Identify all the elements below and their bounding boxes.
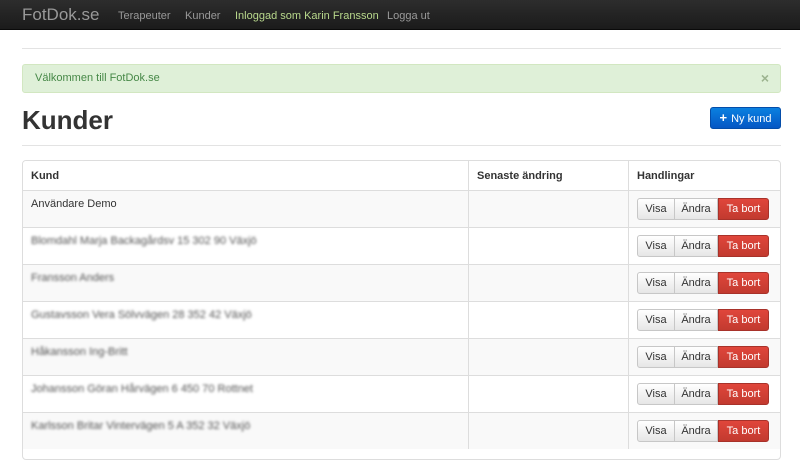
action-button-group: Visa Ändra Ta bort bbox=[637, 346, 772, 368]
cell-kund: Gustavsson Vera Sölvvägen 28 352 42 Växj… bbox=[23, 301, 469, 339]
cell-kund: Användare Demo bbox=[23, 190, 469, 228]
delete-button[interactable]: Ta bort bbox=[718, 383, 769, 405]
cell-senaste-andring bbox=[468, 227, 629, 265]
delete-button[interactable]: Ta bort bbox=[718, 235, 769, 257]
cell-senaste-andring bbox=[468, 190, 629, 228]
customer-name[interactable]: Fransson Anders bbox=[31, 272, 114, 284]
cell-handlingar: Visa Ändra Ta bort bbox=[628, 375, 780, 413]
delete-button[interactable]: Ta bort bbox=[718, 198, 769, 220]
cell-handlingar: Visa Ändra Ta bort bbox=[628, 412, 780, 449]
cell-senaste-andring bbox=[468, 412, 629, 449]
edit-button[interactable]: Ändra bbox=[675, 198, 718, 220]
view-button[interactable]: Visa bbox=[637, 198, 675, 220]
table-row: Fransson Anders Visa Ändra Ta bort bbox=[23, 264, 780, 302]
nav-logout[interactable]: Logga ut bbox=[387, 9, 430, 23]
header-kund[interactable]: Kund bbox=[23, 161, 469, 191]
close-icon[interactable]: × bbox=[761, 65, 769, 92]
action-button-group: Visa Ändra Ta bort bbox=[637, 309, 772, 331]
customer-name[interactable]: Johansson Göran Hårvägen 6 450 70 Rottne… bbox=[31, 383, 253, 395]
customer-name[interactable]: Blomdahl Marja Backagårdsv 15 302 90 Väx… bbox=[31, 235, 257, 247]
cell-handlingar: Visa Ändra Ta bort bbox=[628, 227, 780, 265]
action-button-group: Visa Ändra Ta bort bbox=[637, 235, 772, 257]
view-button[interactable]: Visa bbox=[637, 346, 675, 368]
table-row: Johansson Göran Hårvägen 6 450 70 Rottne… bbox=[23, 375, 780, 413]
view-button[interactable]: Visa bbox=[637, 309, 675, 331]
navbar: FotDok.se Terapeuter Kunder Inloggad som… bbox=[0, 0, 800, 30]
cell-kund: Fransson Anders bbox=[23, 264, 469, 302]
header-handlingar: Handlingar bbox=[628, 161, 780, 191]
delete-button[interactable]: Ta bort bbox=[718, 272, 769, 294]
page-title: Kunder bbox=[22, 105, 113, 135]
table-row: Karlsson Britar Vintervägen 5 A 352 32 V… bbox=[23, 412, 780, 449]
edit-button[interactable]: Ändra bbox=[675, 235, 718, 257]
cell-handlingar: Visa Ändra Ta bort bbox=[628, 301, 780, 339]
delete-button[interactable]: Ta bort bbox=[718, 309, 769, 331]
new-customer-button[interactable]: + Ny kund bbox=[710, 107, 781, 129]
table-row: Gustavsson Vera Sölvvägen 28 352 42 Växj… bbox=[23, 301, 780, 339]
customer-name[interactable]: Användare Demo bbox=[31, 198, 117, 210]
logged-in-user: Inloggad som Karin Fransson bbox=[235, 10, 379, 22]
view-button[interactable]: Visa bbox=[637, 420, 675, 442]
table-row: Håkansson Ing-Britt Visa Ändra Ta bort bbox=[23, 338, 780, 376]
action-button-group: Visa Ändra Ta bort bbox=[637, 272, 772, 294]
cell-kund: Karlsson Britar Vintervägen 5 A 352 32 V… bbox=[23, 412, 469, 449]
action-button-group: Visa Ändra Ta bort bbox=[637, 420, 772, 442]
table-row: Blomdahl Marja Backagårdsv 15 302 90 Väx… bbox=[23, 227, 780, 265]
brand-logo[interactable]: FotDok.se bbox=[22, 5, 99, 25]
edit-button[interactable]: Ändra bbox=[675, 346, 718, 368]
view-button[interactable]: Visa bbox=[637, 383, 675, 405]
alert-message: Välkommen till FotDok.se bbox=[35, 72, 160, 84]
customer-name[interactable]: Gustavsson Vera Sölvvägen 28 352 42 Växj… bbox=[31, 309, 252, 321]
plus-icon: + bbox=[719, 110, 728, 125]
delete-button[interactable]: Ta bort bbox=[718, 420, 769, 442]
customer-name[interactable]: Karlsson Britar Vintervägen 5 A 352 32 V… bbox=[31, 420, 250, 432]
action-button-group: Visa Ändra Ta bort bbox=[637, 198, 772, 220]
divider bbox=[22, 48, 781, 49]
cell-senaste-andring bbox=[468, 301, 629, 339]
success-alert: Välkommen till FotDok.se × bbox=[22, 64, 781, 93]
edit-button[interactable]: Ändra bbox=[675, 309, 718, 331]
edit-button[interactable]: Ändra bbox=[675, 420, 718, 442]
cell-senaste-andring bbox=[468, 264, 629, 302]
table-header-row: Kund Senaste ändring Handlingar bbox=[23, 161, 780, 191]
cell-handlingar: Visa Ändra Ta bort bbox=[628, 264, 780, 302]
cell-senaste-andring bbox=[468, 338, 629, 376]
action-button-group: Visa Ändra Ta bort bbox=[637, 383, 772, 405]
table-row: Användare Demo Visa Ändra Ta bort bbox=[23, 190, 780, 228]
nav-terapeuter[interactable]: Terapeuter bbox=[118, 9, 171, 23]
header-senaste-andring[interactable]: Senaste ändring bbox=[468, 161, 629, 191]
cell-kund: Johansson Göran Hårvägen 6 450 70 Rottne… bbox=[23, 375, 469, 413]
cell-senaste-andring bbox=[468, 375, 629, 413]
customer-name[interactable]: Håkansson Ing-Britt bbox=[31, 346, 128, 358]
delete-button[interactable]: Ta bort bbox=[718, 346, 769, 368]
edit-button[interactable]: Ändra bbox=[675, 272, 718, 294]
view-button[interactable]: Visa bbox=[637, 272, 675, 294]
cell-kund: Blomdahl Marja Backagårdsv 15 302 90 Väx… bbox=[23, 227, 469, 265]
nav-kunder[interactable]: Kunder bbox=[185, 9, 220, 23]
view-button[interactable]: Visa bbox=[637, 235, 675, 257]
cell-kund: Håkansson Ing-Britt bbox=[23, 338, 469, 376]
customer-table: Kund Senaste ändring Handlingar Användar… bbox=[22, 160, 781, 460]
divider bbox=[22, 145, 781, 146]
cell-handlingar: Visa Ändra Ta bort bbox=[628, 190, 780, 228]
cell-handlingar: Visa Ändra Ta bort bbox=[628, 338, 780, 376]
new-customer-label: Ny kund bbox=[731, 113, 772, 125]
edit-button[interactable]: Ändra bbox=[675, 383, 718, 405]
